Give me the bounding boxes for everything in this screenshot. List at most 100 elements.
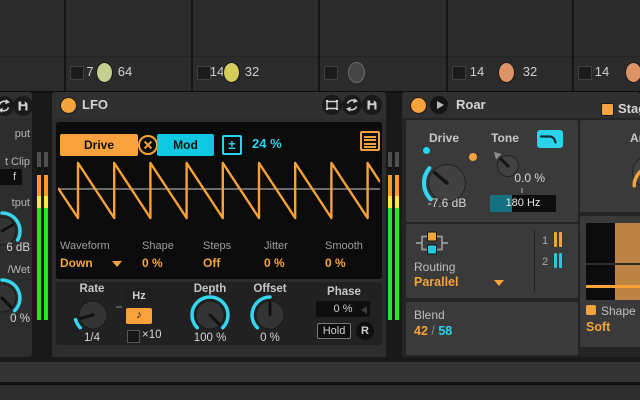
track-midi-value[interactable]: 14	[590, 64, 614, 79]
phase-value: 0 %	[334, 303, 353, 315]
hold-button[interactable]: Hold	[317, 323, 351, 339]
pan-knob[interactable]	[96, 62, 113, 83]
mod-range-icon[interactable]: ±	[222, 135, 242, 155]
rate-label: Rate	[72, 283, 112, 295]
dropdown-arrow-icon[interactable]	[494, 280, 504, 286]
mod-button[interactable]: Mod	[157, 134, 214, 156]
routing-select[interactable]: Parallel	[414, 275, 458, 289]
pan-knob[interactable]	[498, 62, 515, 83]
shaper-curve-display[interactable]	[586, 223, 640, 300]
track-pan-value[interactable]: 64	[113, 64, 137, 79]
track-pan-value[interactable]: 32	[240, 64, 264, 79]
blend-b[interactable]: 58	[438, 324, 452, 338]
status-bar	[0, 385, 640, 400]
shape-label: Shape	[601, 304, 636, 318]
depth-label: Depth	[182, 283, 238, 295]
stage1-indicator-icon[interactable]	[554, 232, 564, 247]
hot-swap-icon[interactable]	[0, 96, 14, 116]
device-on-led[interactable]	[60, 97, 77, 114]
rate-value[interactable]: 1/4	[72, 332, 112, 344]
save-preset-icon[interactable]	[362, 95, 382, 115]
clipped-label: tput	[0, 197, 30, 209]
param-label: Jitter	[264, 240, 288, 252]
clipped-left-device: put t Clip f tput 6 dB /Wet 0 %	[0, 92, 32, 357]
blend-a[interactable]: 42	[414, 324, 428, 338]
stage2-number[interactable]: 2	[542, 256, 548, 268]
track-pan-value[interactable]: 32	[518, 64, 542, 79]
smooth-value[interactable]: 0 %	[325, 256, 346, 270]
device-title-bar[interactable]	[0, 92, 32, 118]
blend-separator: /	[431, 324, 434, 338]
phase-value-box[interactable]: 0 %	[316, 301, 370, 317]
blend-panel: Blend 42 / 58	[406, 302, 578, 355]
shape-select[interactable]: Soft	[586, 320, 610, 334]
clip-stop-button[interactable]	[324, 66, 338, 80]
offset-knob[interactable]	[250, 295, 290, 335]
link-dash	[116, 306, 122, 308]
hot-swap-icon[interactable]	[342, 95, 362, 115]
output-value[interactable]: 6 dB	[0, 242, 30, 254]
clip-stop-button[interactable]	[452, 66, 466, 80]
drive-label: Drive	[414, 131, 474, 145]
audition-play-icon[interactable]	[430, 96, 448, 114]
device-title: Roar	[456, 97, 486, 112]
soft-clip-value[interactable]: f	[0, 169, 22, 185]
x10-checkbox[interactable]	[127, 330, 140, 343]
depth-knob[interactable]	[190, 295, 230, 335]
routing-panel: Routing Parallel 1 2	[406, 224, 578, 298]
save-preset-icon[interactable]	[13, 96, 32, 116]
unmap-icon[interactable]	[137, 134, 159, 156]
phase-label: Phase	[316, 286, 372, 298]
amount-knob[interactable]	[626, 150, 640, 194]
x10-label: ×10	[142, 329, 172, 341]
tone-freq-box[interactable]: 180 Hz	[490, 195, 556, 212]
lfo-title-bar[interactable]: LFO	[52, 92, 386, 118]
drive-value[interactable]: -7.6 dB	[414, 196, 480, 210]
steps-value[interactable]: Off	[203, 256, 220, 270]
rate-knob[interactable]	[73, 295, 113, 335]
tone-value[interactable]: 0.0 %	[497, 171, 545, 185]
panel-divider	[534, 230, 535, 292]
tone-label: Tone	[485, 131, 525, 145]
device-area-footer	[0, 362, 640, 382]
clip-row-separator	[0, 56, 640, 57]
dry-wet-value[interactable]: 0 %	[0, 313, 30, 325]
clipped-label: t Clip	[0, 156, 30, 168]
offset-value[interactable]: 0 %	[242, 332, 298, 344]
pan-knob[interactable]	[625, 62, 640, 83]
routing-label: Routing	[414, 260, 455, 274]
session-track-strip: 7 64 14 32 14 32 14	[0, 0, 640, 93]
stage1-number[interactable]: 1	[542, 235, 548, 247]
lfo-display-panel: Drive Mod ± 24 % Waveform Shape Steps Ji…	[56, 122, 382, 279]
retrigger-button[interactable]: R	[356, 322, 374, 340]
multi-map-icon[interactable]	[322, 95, 342, 115]
device-on-led[interactable]	[410, 97, 427, 114]
stage-color-swatch[interactable]	[601, 103, 614, 116]
blend-value[interactable]: 42 / 58	[414, 324, 452, 338]
map-target-button[interactable]: Drive	[60, 134, 138, 156]
jitter-value[interactable]: 0 %	[264, 256, 285, 270]
track-divider	[64, 0, 66, 91]
note-sync-button[interactable]: ♪	[126, 308, 152, 324]
shape-value[interactable]: 0 %	[142, 256, 163, 270]
param-label: Steps	[203, 240, 231, 252]
lfo-waveform-display[interactable]	[58, 158, 380, 224]
track-divider	[318, 0, 320, 91]
pan-knob[interactable]	[223, 62, 240, 83]
roar-title-bar[interactable]: Roar Stage	[402, 92, 640, 118]
lowpass-filter-icon[interactable]	[537, 130, 563, 148]
drive-tone-panel: Drive -7.6 dB Tone 0.0 % 180 Hz	[406, 120, 578, 222]
track-midi-value[interactable]: 14	[465, 64, 489, 79]
hz-mode-button[interactable]: Hz	[126, 288, 152, 304]
mapping-list-icon[interactable]	[360, 131, 380, 151]
dropdown-arrow-icon[interactable]	[112, 261, 122, 267]
stage2-indicator-icon[interactable]	[554, 253, 564, 268]
device-title: LFO	[82, 97, 108, 112]
depth-value[interactable]: 100 %	[182, 332, 238, 344]
pan-knob[interactable]	[348, 62, 365, 83]
mod-amount-value[interactable]: 24 %	[252, 136, 282, 151]
shape-color-swatch	[586, 305, 596, 315]
waveform-select[interactable]: Down	[60, 256, 93, 270]
parallel-routing-icon	[414, 228, 450, 258]
dry-wet-knob[interactable]	[0, 278, 22, 318]
